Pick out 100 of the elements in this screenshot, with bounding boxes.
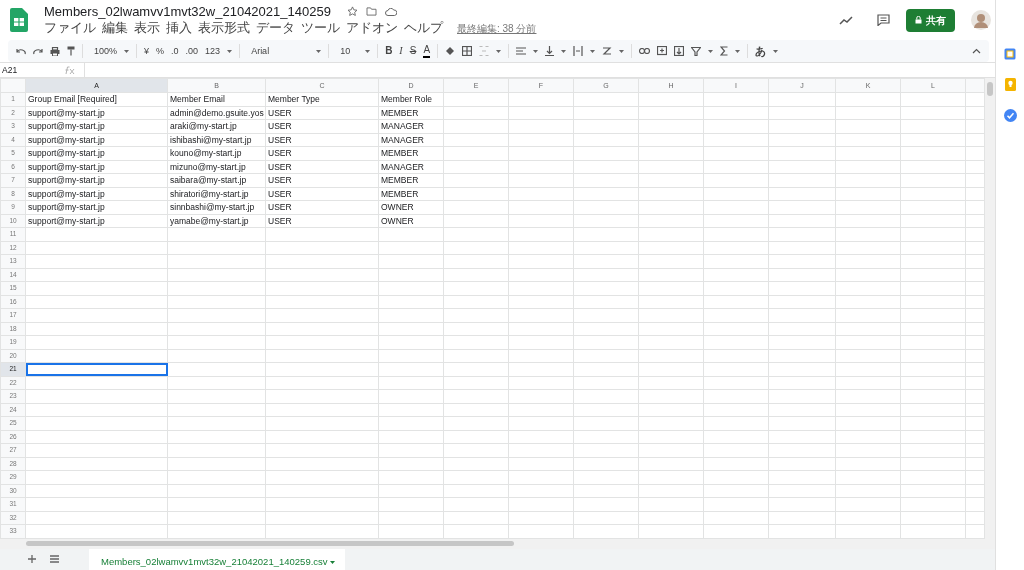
chart-icon[interactable] — [674, 46, 685, 56]
share-button[interactable]: 共有 — [906, 8, 955, 32]
caret-icon[interactable] — [773, 49, 779, 53]
table-cell: saibara@my-start.jp — [167, 173, 266, 187]
table-cell: USER — [265, 200, 379, 214]
horizontal-scrollbar[interactable] — [0, 538, 995, 549]
menu-item[interactable]: ファイル — [44, 21, 96, 35]
table-cell: admin@demo.gsuite.yos — [167, 106, 266, 120]
sum-icon[interactable] — [720, 46, 729, 56]
menu-item[interactable]: 表示 — [134, 21, 160, 35]
caret-icon[interactable] — [496, 49, 502, 53]
font-select[interactable]: Arial — [251, 45, 310, 57]
italic-button[interactable]: I — [399, 45, 403, 57]
folder-icon[interactable] — [365, 7, 377, 16]
table-cell: support@my-start.jp — [25, 200, 168, 214]
percent-button[interactable]: % — [156, 45, 165, 57]
paint-format-icon[interactable] — [67, 46, 75, 56]
caret-icon[interactable] — [708, 49, 714, 53]
lock-icon — [915, 16, 922, 24]
table-cell: support@my-start.jp — [25, 106, 168, 120]
decrease-decimal-button[interactable]: .0 — [171, 45, 179, 57]
caret-icon[interactable] — [316, 49, 322, 53]
text-color-button[interactable]: A — [423, 44, 431, 58]
link-icon[interactable] — [639, 48, 651, 54]
menu-icon[interactable] — [50, 555, 59, 564]
table-cell: Member Type — [265, 92, 379, 106]
calendar-icon[interactable] — [1004, 48, 1016, 60]
last-edit-link[interactable]: 最終編集: 38 分前 — [457, 20, 537, 36]
check-icon[interactable] — [1003, 109, 1017, 122]
add-sheet-icon[interactable] — [28, 555, 36, 564]
strikethrough-button[interactable]: S — [409, 45, 417, 57]
redo-icon[interactable] — [33, 47, 43, 55]
table-cell: shiratori@my-start.jp — [167, 187, 266, 201]
vertical-align-icon[interactable] — [545, 46, 555, 56]
bold-button[interactable]: B — [385, 45, 393, 57]
table-cell: Member Role — [378, 92, 444, 106]
menu-item[interactable]: ヘルプ — [404, 21, 443, 35]
menu-item[interactable]: 挿入 — [166, 21, 192, 35]
caret-icon[interactable] — [590, 49, 596, 53]
name-box[interactable]: A21 — [0, 63, 56, 77]
caret-icon[interactable] — [124, 49, 130, 53]
table-cell: support@my-start.jp — [25, 119, 168, 133]
avatar[interactable] — [971, 10, 991, 30]
table-cell: MANAGER — [378, 119, 444, 133]
input-tools-button[interactable]: あ — [755, 45, 767, 57]
sheet-tab[interactable]: Members_02lwamvv1mvt32w_21042021_140259.csv — [89, 548, 346, 570]
table-cell: MEMBER — [378, 106, 444, 120]
currency-button[interactable]: ¥ — [144, 45, 150, 57]
merge-cells-icon[interactable] — [479, 46, 490, 56]
caret-icon[interactable] — [533, 49, 539, 53]
caret-icon[interactable] — [619, 49, 625, 53]
caret-icon[interactable] — [561, 49, 567, 53]
table-cell: USER — [265, 133, 379, 147]
menu-item[interactable]: アドオン — [346, 21, 398, 35]
star-icon[interactable] — [346, 6, 358, 17]
comment-icon[interactable] — [657, 46, 668, 56]
table-cell: Group Email [Required] — [25, 92, 168, 106]
trend-icon[interactable] — [839, 15, 853, 25]
menu-item[interactable]: データ — [256, 21, 295, 35]
table-cell: MEMBER — [378, 146, 444, 160]
menu-item[interactable]: 編集 — [102, 21, 128, 35]
caret-icon[interactable] — [330, 561, 336, 565]
menu-item[interactable]: 表示形式 — [198, 21, 250, 35]
zoom-select[interactable]: 100% — [94, 45, 118, 57]
undo-icon[interactable] — [16, 47, 26, 55]
caret-icon[interactable] — [365, 49, 371, 53]
increase-decimal-button[interactable]: .00 — [185, 45, 199, 57]
text-wrap-icon[interactable] — [573, 46, 584, 56]
sheets-logo[interactable] — [10, 8, 28, 32]
borders-icon[interactable] — [462, 46, 473, 56]
table-cell: support@my-start.jp — [25, 187, 168, 201]
table-cell: MANAGER — [378, 133, 444, 147]
menu-item[interactable]: ツール — [301, 21, 340, 35]
table-cell: USER — [265, 187, 379, 201]
fill-color-icon[interactable] — [445, 46, 456, 56]
selected-cell[interactable] — [25, 362, 168, 376]
table-cell: sinnbashi@my-start.jp — [167, 200, 266, 214]
filter-icon[interactable] — [691, 46, 702, 56]
table-cell: kouno@my-start.jp — [167, 146, 266, 160]
vertical-scrollbar[interactable] — [985, 78, 995, 539]
document-title[interactable]: Members_02lwamvv1mvt32w_21042021_140259 — [44, 4, 331, 19]
table-cell: ishibashi@my-start.jp — [167, 133, 266, 147]
table-cell: USER — [265, 106, 379, 120]
table-cell: araki@my-start.jp — [167, 119, 266, 133]
text-rotate-icon[interactable] — [602, 46, 613, 56]
cloud-icon[interactable] — [384, 7, 397, 16]
caret-icon[interactable] — [735, 49, 741, 53]
table-cell: OWNER — [378, 200, 444, 214]
table-cell: support@my-start.jp — [25, 160, 168, 174]
number-format-button[interactable]: 123 — [205, 45, 221, 57]
table-cell: OWNER — [378, 214, 444, 228]
table-cell: USER — [265, 160, 379, 174]
table-cell: USER — [265, 146, 379, 160]
font-size-select[interactable]: 10 — [340, 45, 359, 57]
table-cell: USER — [265, 119, 379, 133]
caret-icon[interactable] — [227, 49, 233, 53]
comment-icon[interactable] — [877, 14, 890, 26]
fx-icon — [64, 65, 76, 75]
print-icon[interactable] — [50, 46, 60, 56]
collapse-icon[interactable] — [972, 48, 981, 54]
